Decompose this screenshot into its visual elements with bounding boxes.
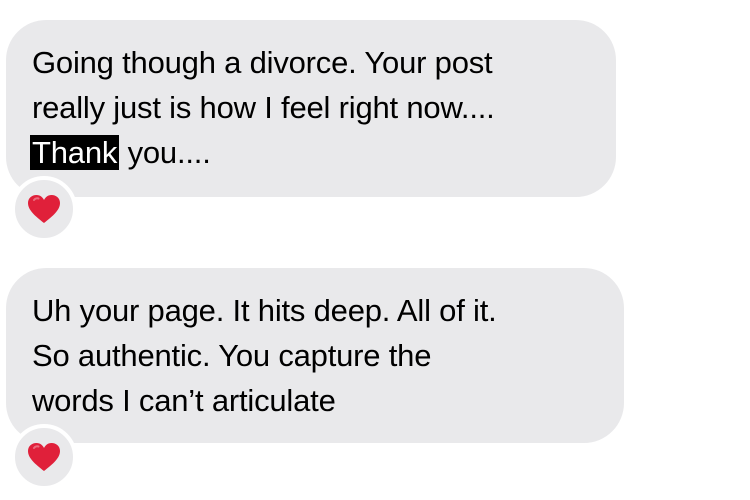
message-line: words I can’t articulate <box>32 383 336 418</box>
message-bubble[interactable]: Uh your page. It hits deep. All of it. S… <box>6 268 624 443</box>
reaction-badge[interactable] <box>11 176 77 242</box>
red-heart-icon <box>27 442 61 472</box>
message-line: Thank you.... <box>30 130 592 175</box>
message-line: really just is how I feel right now.... <box>32 90 495 125</box>
red-heart-icon <box>27 194 61 224</box>
message-line: Uh your page. It hits deep. All of it. <box>32 293 497 328</box>
message-line: Going though a divorce. Your post <box>32 45 493 80</box>
selected-text[interactable]: Thank <box>30 135 120 170</box>
reaction-badge[interactable] <box>11 424 77 490</box>
message-bubble[interactable]: Going though a divorce. Your post really… <box>6 20 616 197</box>
message-text-continued: you.... <box>119 135 211 170</box>
message-line: So authentic. You capture the <box>32 338 432 373</box>
